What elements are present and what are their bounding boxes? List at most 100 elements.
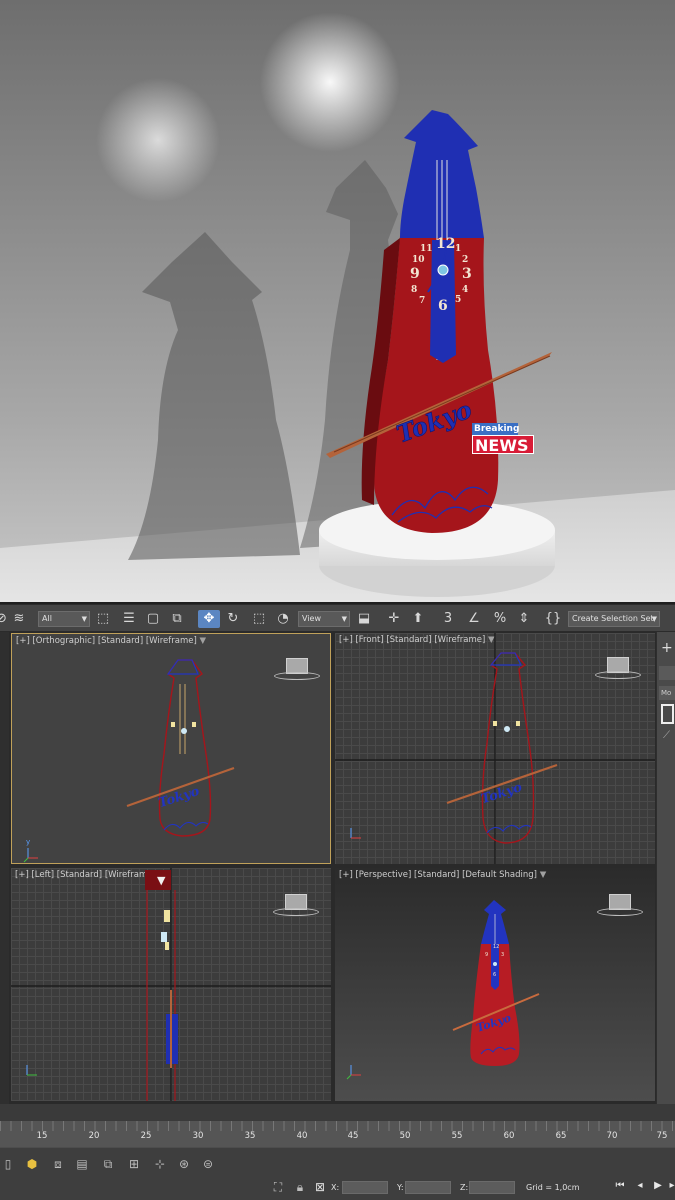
chevron-down-icon: ▼ bbox=[651, 615, 657, 623]
wireframe-front: Tokyo bbox=[335, 633, 655, 864]
panel-swatch[interactable] bbox=[661, 704, 674, 724]
select-tree-icon[interactable]: ⊛ bbox=[176, 1156, 192, 1172]
tick-15: 15 bbox=[36, 1131, 48, 1141]
select-rotate-icon[interactable]: ↻ bbox=[224, 610, 242, 628]
create-selection-set-value: Create Selection Set bbox=[572, 614, 654, 623]
select-by-name-icon[interactable]: ☰ bbox=[120, 610, 138, 628]
pin-icon[interactable]: ⟋ bbox=[663, 730, 670, 741]
svg-text:3: 3 bbox=[501, 952, 504, 958]
link-icon[interactable]: ⊘ bbox=[0, 610, 7, 628]
chevron-down-icon: ▼ bbox=[81, 615, 87, 623]
play-icon[interactable]: ▶ bbox=[652, 1179, 664, 1193]
breaking-news-badge: Breaking NEWS bbox=[472, 423, 536, 455]
tick-65: 65 bbox=[555, 1131, 567, 1141]
select-manipulate-icon[interactable]: ✛ bbox=[384, 610, 404, 628]
go-to-start-icon[interactable]: ⏮ bbox=[614, 1179, 626, 1193]
viewport-orthographic[interactable]: [+] [Orthographic] [Standard] [Wireframe… bbox=[11, 633, 331, 864]
modifier-tab[interactable]: Mo bbox=[659, 686, 675, 700]
x-label: X: bbox=[331, 1183, 340, 1192]
keyboard-shortcut-override-icon[interactable]: ⬆ bbox=[408, 610, 428, 628]
snaps-toggle-icon[interactable]: 3 bbox=[438, 610, 458, 628]
lock-icon[interactable]: 🔒︎ bbox=[292, 1179, 308, 1195]
selection-filter-dropdown[interactable]: All ▼ bbox=[38, 611, 90, 627]
percent-snap-icon[interactable]: % bbox=[490, 610, 510, 628]
select-move-icon[interactable]: ✥ bbox=[198, 610, 220, 628]
clock-num-6: 6 bbox=[438, 298, 448, 314]
light-spot-2 bbox=[96, 78, 220, 202]
link-tree-icon[interactable]: ⊹ bbox=[152, 1156, 168, 1172]
create-selection-set-dropdown[interactable]: Create Selection Set ▼ bbox=[568, 611, 660, 627]
tick-70: 70 bbox=[606, 1131, 618, 1141]
panel-field[interactable] bbox=[659, 666, 675, 680]
render-scene: 12 1 2 3 4 5 6 7 8 9 10 11 Tokyo bbox=[0, 12, 675, 602]
time-slider[interactable] bbox=[0, 1104, 675, 1121]
app-root: 12 1 2 3 4 5 6 7 8 9 10 11 Tokyo Breakin… bbox=[0, 0, 675, 1200]
absolute-mode-icon[interactable]: ⊠ bbox=[312, 1179, 328, 1195]
maxscript-icon[interactable]: ▯ bbox=[0, 1156, 16, 1172]
y-label: Y: bbox=[397, 1183, 404, 1192]
light-spot-1 bbox=[260, 12, 400, 152]
layer-icon[interactable]: ⧈ bbox=[50, 1156, 66, 1172]
track-bar[interactable] bbox=[0, 1121, 675, 1147]
clock-num-1: 1 bbox=[455, 244, 461, 254]
command-panel-strip: + Mo ⟋ bbox=[656, 632, 675, 1104]
previous-frame-icon[interactable]: ◂ bbox=[634, 1179, 646, 1193]
clock-num-7: 7 bbox=[419, 296, 425, 306]
y-coord-field[interactable] bbox=[405, 1181, 451, 1194]
bind-spacewarp-icon[interactable]: ≋ bbox=[10, 610, 28, 628]
spinner-snap-icon[interactable]: ⇕ bbox=[514, 610, 534, 628]
badge-news: NEWS bbox=[472, 435, 534, 455]
select-object-icon[interactable]: ⬚ bbox=[94, 610, 112, 628]
angle-snap-icon[interactable]: ∠ bbox=[464, 610, 484, 628]
z-coord-field[interactable] bbox=[469, 1181, 515, 1194]
scene-icon[interactable]: ⧉ bbox=[100, 1156, 116, 1172]
layer-stack-icon[interactable]: ⬢ bbox=[24, 1156, 40, 1172]
left-edge-strip bbox=[0, 632, 9, 1104]
clock-num-3: 3 bbox=[462, 266, 472, 282]
svg-text:6: 6 bbox=[493, 972, 496, 978]
hierarchy-icon[interactable]: ⊞ bbox=[126, 1156, 142, 1172]
shadow-left bbox=[128, 232, 300, 560]
badge-breaking: Breaking bbox=[472, 423, 520, 435]
edit-named-selection-icon[interactable]: {} bbox=[542, 610, 564, 628]
tick-55: 55 bbox=[451, 1131, 463, 1141]
next-frame-icon[interactable]: ▸ bbox=[666, 1179, 675, 1193]
clock-num-10: 10 bbox=[412, 255, 425, 265]
chevron-down-icon: ▼ bbox=[341, 615, 347, 623]
select-scale-icon[interactable]: ⬚ bbox=[250, 610, 268, 628]
clock-num-2: 2 bbox=[462, 255, 468, 265]
tick-60: 60 bbox=[503, 1131, 515, 1141]
window-crossing-icon[interactable]: ⧉ bbox=[168, 610, 186, 628]
reference-coord-dropdown[interactable]: View ▼ bbox=[298, 611, 350, 627]
select-place-icon[interactable]: ◔ bbox=[274, 610, 292, 628]
viewport-perspective[interactable]: [+] [Perspective] [Standard] [Default Sh… bbox=[335, 868, 655, 1101]
clock-num-4: 4 bbox=[462, 285, 468, 295]
svg-text:12: 12 bbox=[493, 944, 499, 950]
svg-text:9: 9 bbox=[485, 952, 488, 958]
create-tab-icon[interactable]: + bbox=[661, 640, 673, 656]
layer-explorer-icon[interactable]: ▤ bbox=[74, 1156, 90, 1172]
wireframe-left: ▼ bbox=[11, 868, 331, 1101]
selection-filter-value: All bbox=[42, 614, 52, 623]
viewport-left[interactable]: [+] [Left] [Standard] [Wireframe] ▼ bbox=[11, 868, 331, 1101]
svg-text:▼: ▼ bbox=[157, 874, 166, 887]
reference-coord-value: View bbox=[302, 614, 321, 623]
tick-25: 25 bbox=[140, 1131, 152, 1141]
viewport-front[interactable]: [+] [Front] [Standard] [Wireframe] ▼ Tok… bbox=[335, 633, 655, 864]
tick-35: 35 bbox=[244, 1131, 256, 1141]
container-icon[interactable]: ⊜ bbox=[200, 1156, 216, 1172]
tick-45: 45 bbox=[347, 1131, 359, 1141]
rectangular-selection-icon[interactable]: ▢ bbox=[144, 610, 162, 628]
svg-text:y: y bbox=[26, 838, 30, 846]
clock-num-12: 12 bbox=[436, 236, 455, 252]
main-toolbar: ⊘ ≋ All ▼ ⬚ ☰ ▢ ⧉ ✥ ↻ ⬚ ◔ View ▼ ⬓ ✛ ⬆ 3… bbox=[0, 604, 675, 632]
x-coord-field[interactable] bbox=[342, 1181, 388, 1194]
tick-20: 20 bbox=[88, 1131, 100, 1141]
isolate-icon[interactable]: ⛶ bbox=[270, 1179, 286, 1195]
timeline: 15 20 25 30 35 40 45 50 55 60 65 70 75 bbox=[0, 1104, 675, 1148]
clock-num-11: 11 bbox=[420, 244, 433, 254]
wireframe-ortho: Tokyo y bbox=[23, 659, 235, 863]
clock-num-8: 8 bbox=[411, 285, 417, 295]
clock-center bbox=[437, 264, 449, 276]
pivot-center-icon[interactable]: ⬓ bbox=[354, 610, 374, 628]
